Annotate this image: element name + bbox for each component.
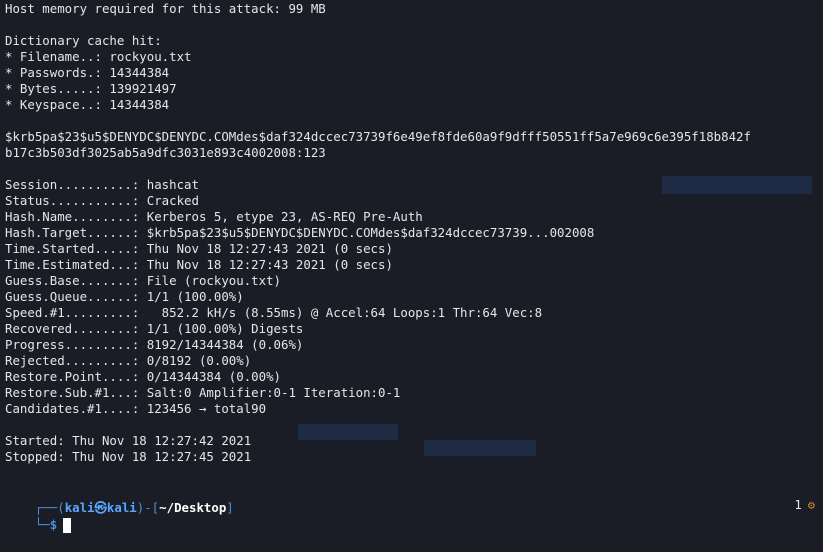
prompt-second-line[interactable]: └─$ [5, 498, 72, 533]
prompt-path: ~/Desktop [159, 500, 227, 515]
terminal-line: Speed.#1.........: 852.2 kH/s (8.55ms) @… [5, 305, 543, 320]
terminal-line: Status...........: Cracked [5, 193, 199, 208]
terminal-line: Stopped: Thu Nov 18 12:27:45 2021 [5, 449, 252, 464]
terminal-line: Restore.Sub.#1...: Salt:0 Amplifier:0-1 … [5, 385, 401, 400]
terminal-line: Time.Estimated...: Thu Nov 18 12:27:43 2… [5, 257, 393, 272]
terminal-line: Restore.Point....: 0/14344384 (0.00%) [5, 369, 282, 384]
shell-prompt[interactable]: ┌──(kali㉿kali)-[~/Desktop] └─$ [5, 481, 817, 533]
prompt-user-host: kali㉿kali [64, 500, 137, 515]
terminal-line: * Filename..: rockyou.txt [5, 49, 192, 64]
terminal-line: Started: Thu Nov 18 12:27:42 2021 [5, 433, 252, 448]
terminal-line: Guess.Base.......: File (rockyou.txt) [5, 273, 282, 288]
terminal-line: * Bytes.....: 139921497 [5, 81, 177, 96]
terminal-line: Candidates.#1....: 123456 → total90 [5, 401, 267, 416]
terminal-line: Rejected.........: 0/8192 (0.00%) [5, 353, 252, 368]
tray-count: 1 [794, 498, 802, 512]
prompt-first-line: ┌──(kali㉿kali)-[~/Desktop] [5, 481, 234, 515]
terminal-line: Hash.Name........: Kerberos 5, etype 23,… [5, 209, 423, 224]
terminal-line: Hash.Target......: $krb5pa$23$u5$DENYDC$… [5, 225, 595, 240]
terminal-line: Progress.........: 8192/14344384 (0.06%) [5, 337, 304, 352]
prompt-close-bracket: ] [226, 500, 234, 515]
terminal-line: Time.Started.....: Thu Nov 18 12:27:43 2… [5, 241, 393, 256]
terminal-line: b17c3b503df3025ab5a9dfc3031e893c4002008:… [5, 145, 326, 160]
prompt-dollar: └─$ [34, 517, 58, 532]
text-cursor [63, 518, 72, 533]
terminal-line: * Keyspace..: 14344384 [5, 97, 170, 112]
terminal-line: Recovered........: 1/1 (100.00%) Digests [5, 321, 304, 336]
terminal-line: Guess.Queue......: 1/1 (100.00%) [5, 289, 244, 304]
terminal-line: * Passwords.: 14344384 [5, 65, 170, 80]
terminal-line: Session..........: hashcat [5, 177, 199, 192]
gear-icon[interactable]: ⚙ [808, 498, 815, 512]
prompt-mid: )-[ [136, 500, 160, 515]
status-tray: 1 ⚙ [795, 498, 815, 512]
terminal-line: Host memory required for this attack: 99… [5, 1, 326, 16]
terminal-output: Host memory required for this attack: 99… [5, 1, 820, 465]
terminal-line: Dictionary cache hit: [5, 33, 162, 48]
terminal-line: $krb5pa$23$u5$DENYDC$DENYDC.COMdes$daf32… [5, 129, 751, 144]
